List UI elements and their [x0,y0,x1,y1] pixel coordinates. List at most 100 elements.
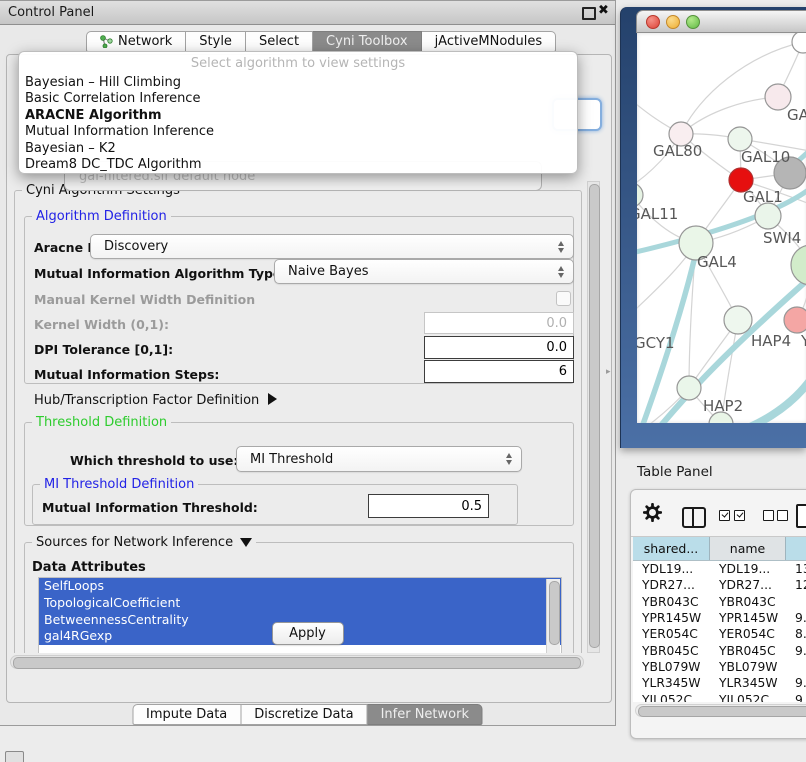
algorithm-popup-item[interactable]: Mutual Information Inference [19,124,577,140]
hub-definition-expander[interactable]: Hub/Transcription Factor Definition [34,393,277,408]
table-row[interactable]: YBR045CYBR045C9. [633,642,806,658]
table-row[interactable]: YER054CYER054C8. [633,626,806,642]
table-cell: 9. [786,644,806,658]
bottom-tabstrip: Impute Data Discretize Data Infer Networ… [132,704,483,725]
close-traffic-light-icon[interactable] [646,15,660,29]
kernel-width-input[interactable] [424,312,574,334]
table-cell: 13 [786,562,806,576]
attributes-scrollbar[interactable] [546,579,560,653]
tab-label: Select [259,34,299,49]
zoom-traffic-light-icon[interactable] [686,15,700,29]
mi-threshold-label: Mutual Information Threshold: [42,500,258,515]
dpi-tolerance-input[interactable] [424,336,574,359]
column-header-shared[interactable]: shared... [633,537,710,560]
network-window-titlebar[interactable] [636,10,806,33]
table-cell: YIL052C [633,693,710,702]
network-canvas[interactable]: GALGAL80GAL10GAL1GAL11SWI4GAL4GCY1HAP4YH… [637,33,806,423]
gear-icon[interactable] [643,503,662,526]
sources-group-title[interactable]: Sources for Network Inference [32,535,256,550]
algorithm-popup-item[interactable]: Bayesian – Hill Climbing [19,75,577,91]
algorithm-popup-list: Bayesian – Hill ClimbingBasic Correlatio… [19,75,577,173]
settings-horizontal-scrollbar-thumb[interactable] [13,657,581,669]
tab-impute-data[interactable]: Impute Data [132,704,241,725]
table-cell: YBR043C [710,595,786,609]
table-horizontal-scrollbar-thumb[interactable] [638,706,806,717]
page-icon[interactable] [796,504,806,528]
data-attribute-item[interactable]: SelfLoops [39,578,561,595]
network-node[interactable] [677,376,701,400]
settings-vertical-scrollbar[interactable] [587,181,600,653]
control-panel-titlebar[interactable]: Control Panel ✖ [0,1,615,25]
table-row[interactable]: YBL079WYBL079W [633,659,806,675]
mi-type-combobox[interactable]: Naive Bayes [274,259,574,284]
network-node[interactable] [784,307,806,333]
table-cell: YDR27... [710,578,786,592]
column-header-name[interactable]: name [710,537,786,560]
network-node[interactable] [755,203,781,229]
corner-widget-icon[interactable] [5,751,24,762]
tab-discretize-data[interactable]: Discretize Data [241,704,367,725]
stepper-icon [558,266,564,278]
algorithm-popup-item[interactable]: Dream8 DC_TDC Algorithm [19,157,577,173]
network-node-label: HAP4 [751,332,791,350]
table-cell: 9. [786,676,806,690]
table-row[interactable]: YIL052CYIL052C9 [633,691,806,702]
checked-box-icon[interactable] [734,510,745,521]
splitter-grip-icon[interactable]: ▸ [606,366,614,378]
table-cell: 9. [786,611,806,625]
tab-cyni-toolbox[interactable]: Cyni Toolbox [313,31,422,52]
columns-icon[interactable] [682,507,706,528]
table-horizontal-scrollbar[interactable] [635,704,806,717]
which-threshold-combobox[interactable]: MI Threshold [236,446,522,472]
manual-kernel-checkbox[interactable] [556,291,571,306]
mi-steps-label: Mutual Information Steps: [34,367,219,382]
tab-select[interactable]: Select [246,31,313,52]
settings-scrollpane: Cyni Algorithm Settings Algorithm Defini… [8,180,586,653]
tab-network[interactable]: Network [86,31,186,52]
table-cell: YDR27... [633,578,710,592]
algorithm-popup-item[interactable]: Bayesian – K2 [19,141,577,157]
mi-threshold-input[interactable] [368,494,489,518]
settings-vertical-scrollbar-thumb[interactable] [589,184,600,648]
aracne-mode-combobox[interactable]: Discovery [90,234,574,259]
hub-definition-label: Hub/Transcription Factor Definition [34,393,259,408]
algorithm-definition-title: Algorithm Definition [32,209,171,224]
tab-infer-network[interactable]: Infer Network [368,704,483,725]
table-cell: YPR145W [633,611,710,625]
network-node-label: GCY1 [637,334,675,352]
apply-button[interactable]: Apply [272,622,344,645]
algorithm-popup-item[interactable]: ARACNE Algorithm [19,108,577,124]
tab-style[interactable]: Style [186,31,246,52]
unchecked-box-icon[interactable] [777,510,788,521]
table-row[interactable]: YBR043CYBR043C [633,594,806,610]
which-threshold-label: Which threshold to use: [70,453,238,468]
float-window-icon[interactable] [582,7,596,20]
algorithm-popup-item[interactable]: Basic Correlation Inference [19,91,577,107]
table-row[interactable]: YDL19...YDL19...13 [633,561,806,577]
tab-jactivemnodules[interactable]: jActiveMNodules [422,31,557,52]
network-node[interactable] [637,183,643,207]
table-row[interactable]: YDR27...YDR27...12 [633,577,806,593]
data-attribute-item[interactable]: TopologicalCoefficient [39,595,561,612]
close-icon[interactable]: ✖ [598,3,609,18]
column-header-extra[interactable] [786,537,806,560]
table-cell: YBR045C [710,644,786,658]
network-node[interactable] [792,33,806,53]
manual-kernel-label: Manual Kernel Width Definition [34,292,255,307]
table-row[interactable]: YLR345WYLR345W9. [633,675,806,691]
network-node[interactable] [724,306,752,334]
settings-horizontal-scrollbar[interactable] [10,655,584,669]
collapse-down-icon [240,538,252,547]
threshold-definition-title: Threshold Definition [32,415,171,430]
mi-steps-input[interactable] [424,360,574,383]
table-row[interactable]: YPR145WYPR145W9. [633,610,806,626]
attributes-scrollbar-thumb[interactable] [549,581,560,645]
table-cell: YBL079W [710,660,786,674]
network-node[interactable] [791,245,806,285]
table-rows: YDL19...YDL19...13YDR27...YDR27...12YBR0… [633,561,806,702]
unchecked-box-icon[interactable] [763,510,774,521]
checked-box-icon[interactable] [719,510,730,521]
minimize-traffic-light-icon[interactable] [666,15,680,29]
algorithm-popup: Select algorithm to view settings Bayesi… [18,51,578,174]
table-cell: YLR345W [710,676,786,690]
